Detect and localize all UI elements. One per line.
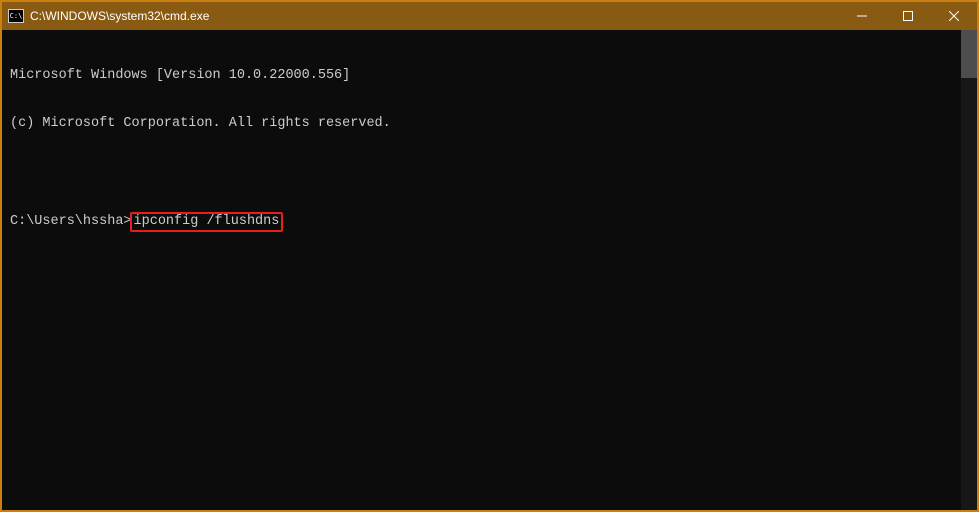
window-title: C:\WINDOWS\system32\cmd.exe	[30, 9, 839, 23]
terminal-line: (c) Microsoft Corporation. All rights re…	[10, 116, 969, 132]
scrollbar[interactable]	[961, 30, 977, 510]
titlebar[interactable]: C:\ C:\WINDOWS\system32\cmd.exe	[2, 2, 977, 30]
maximize-button[interactable]	[885, 2, 931, 30]
maximize-icon	[903, 11, 913, 21]
minimize-button[interactable]	[839, 2, 885, 30]
terminal-line	[10, 164, 969, 180]
terminal-line: Microsoft Windows [Version 10.0.22000.55…	[10, 68, 969, 84]
close-button[interactable]	[931, 2, 977, 30]
terminal-body[interactable]: Microsoft Windows [Version 10.0.22000.55…	[2, 30, 977, 510]
minimize-icon	[857, 11, 867, 21]
cmd-icon-text: C:\	[10, 13, 23, 20]
scroll-thumb[interactable]	[961, 30, 977, 78]
prompt-prefix: C:\Users\hssha>	[10, 214, 132, 229]
highlighted-command: ipconfig /flushdns	[130, 212, 284, 232]
close-icon	[949, 11, 959, 21]
window-controls	[839, 2, 977, 30]
terminal-prompt-line: C:\Users\hssha>ipconfig /flushdns	[10, 212, 969, 232]
cmd-window: C:\ C:\WINDOWS\system32\cmd.exe	[0, 0, 979, 512]
cmd-icon: C:\	[8, 9, 24, 23]
